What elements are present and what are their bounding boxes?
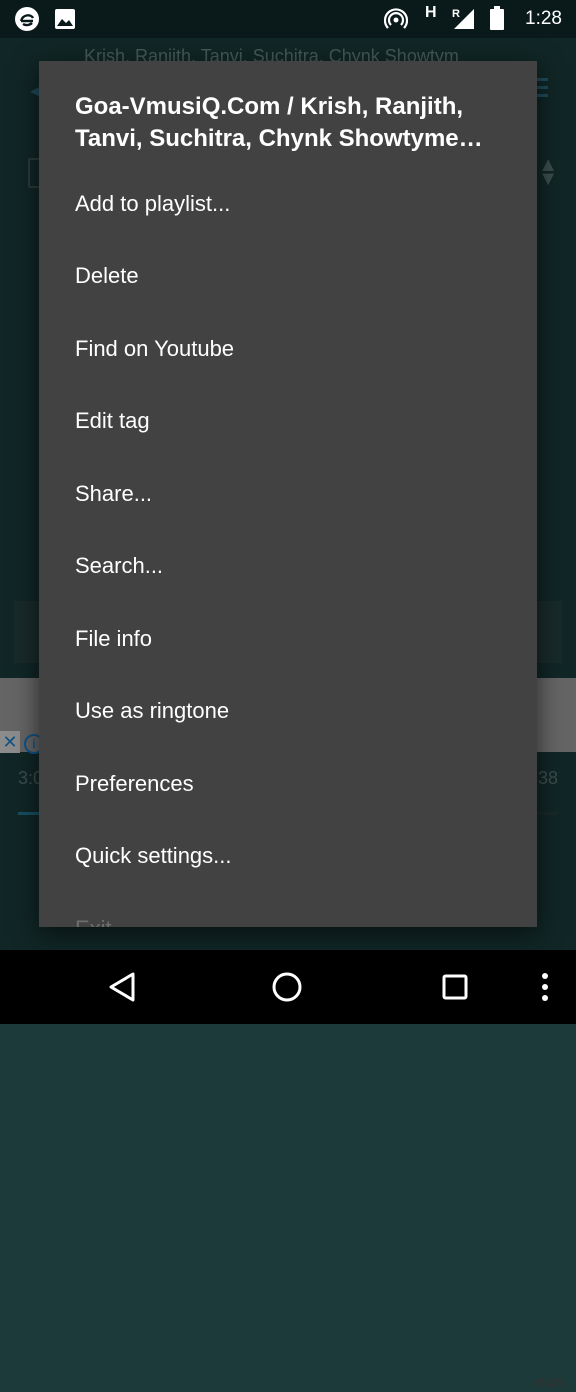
menu-item-edit-tag[interactable]: Edit tag	[39, 386, 537, 458]
menu-item-preferences[interactable]: Preferences	[39, 749, 537, 821]
menu-item-add-to-playlist[interactable]: Add to playlist...	[39, 169, 537, 241]
system-nav-bar	[0, 950, 576, 1024]
battery-icon	[490, 6, 504, 35]
menu-item-label: Add to playlist...	[75, 191, 231, 216]
menu-item-exit[interactable]: Exit	[39, 894, 537, 927]
menu-item-label: Use as ringtone	[75, 698, 230, 723]
hotspot-icon	[383, 7, 409, 36]
menu-item-label: Preferences	[75, 771, 194, 796]
app-notification-icon	[14, 6, 40, 37]
menu-item-use-as-ringtone[interactable]: Use as ringtone	[39, 676, 537, 748]
menu-item-label: Delete	[75, 263, 139, 288]
network-type-label: H	[425, 4, 437, 21]
menu-item-label: Search...	[75, 553, 164, 578]
overflow-icon[interactable]	[530, 950, 560, 1024]
menu-item-quick-settings[interactable]: Quick settings...	[39, 821, 537, 893]
menu-item-label: File info	[75, 626, 153, 651]
ad-text: ews	[535, 1372, 566, 1391]
context-menu-dialog: Goa-VmusiQ.Com / Krish, Ranjith, Tanvi, …	[39, 61, 537, 927]
back-icon[interactable]	[92, 950, 152, 1024]
home-icon[interactable]	[257, 950, 317, 1024]
dialog-title: Goa-VmusiQ.Com / Krish, Ranjith, Tanvi, …	[75, 93, 483, 152]
menu-item-label: Find on Youtube	[75, 336, 235, 361]
menu-item-find-on-youtube[interactable]: Find on Youtube	[39, 314, 537, 386]
status-bar: H R 1:28	[0, 0, 576, 38]
menu-item-delete[interactable]: Delete	[39, 241, 537, 313]
clock: 1:28	[525, 8, 562, 29]
menu-item-label: Exit	[75, 916, 112, 927]
recents-icon[interactable]	[425, 950, 485, 1024]
signal-icon	[452, 8, 476, 35]
menu-item-file-info[interactable]: File info	[39, 604, 537, 676]
menu-item-label: Quick settings...	[75, 843, 232, 868]
image-notification-icon	[54, 8, 76, 35]
menu-item-label: Share...	[75, 481, 153, 506]
menu-item-share[interactable]: Share...	[39, 459, 537, 531]
menu-item-search[interactable]: Search...	[39, 531, 537, 603]
menu-item-label: Edit tag	[75, 408, 150, 433]
